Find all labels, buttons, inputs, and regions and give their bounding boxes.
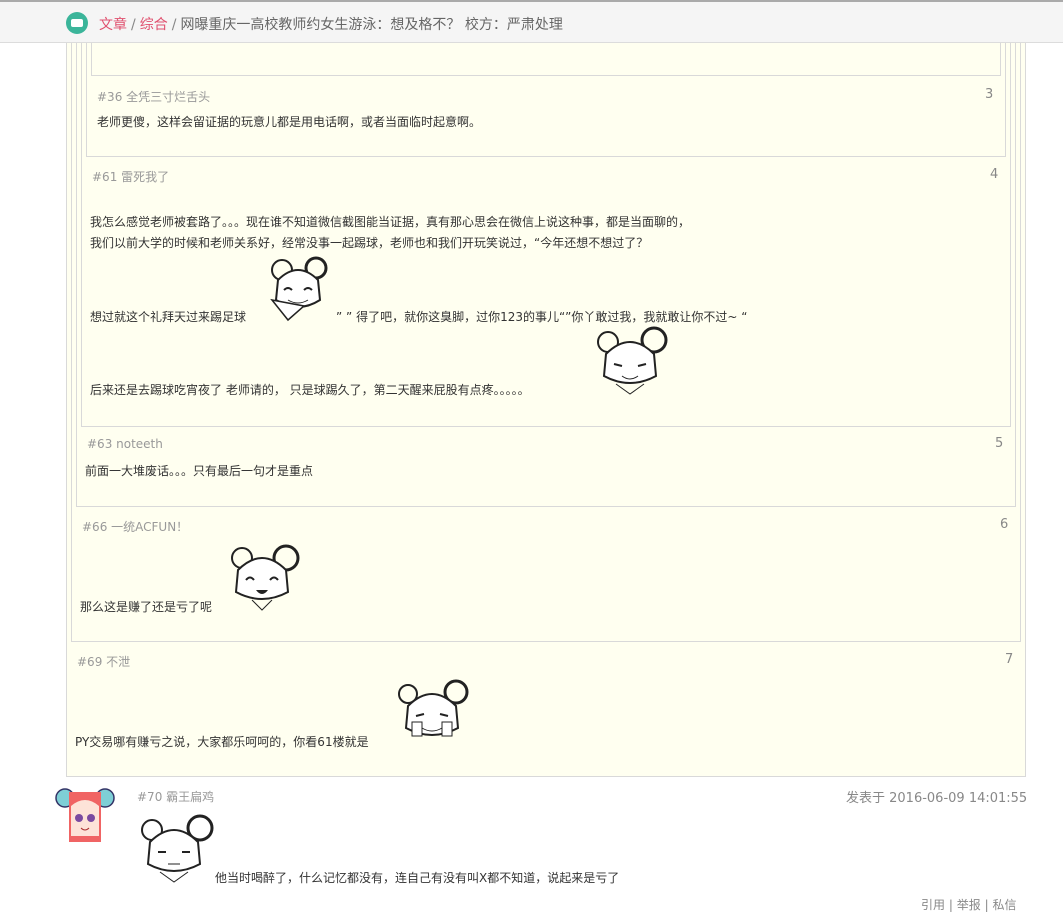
- comment-floor-number: 7: [1005, 652, 1014, 667]
- comment-floor-number: 3: [985, 87, 994, 102]
- sticker-image: [231, 544, 300, 611]
- comment-text: ” ” 得了吧，就你这臭脚，过你123的事儿“”你丫敢过我，我就敢让你不过~ “: [336, 310, 748, 324]
- comment-meta[interactable]: #66 一统ACFUN！: [82, 518, 188, 535]
- sticker-image: [398, 679, 469, 737]
- post-actions: 引用 | 举报 | 私信: [921, 898, 1017, 912]
- comment-floor-number: 6: [1000, 517, 1009, 532]
- top-bar: 文章 / 综合 / 网曝重庆一高校教师约女生游泳：想及格不？ 校方：严肃处理: [0, 0, 1063, 43]
- comment-floor-number: 4: [990, 167, 999, 182]
- user-avatar[interactable]: [55, 784, 127, 842]
- comment-text: 后来还是去踢球吃宵夜了 老师请的， 只是球踢久了，第二天醒来屁股有点疼。。。。。: [90, 383, 530, 397]
- comment-meta[interactable]: #63 noteeth: [87, 437, 163, 451]
- sticker-image: [141, 814, 214, 883]
- report-link[interactable]: 举报: [957, 898, 981, 912]
- comment-text: 想过就这个礼拜天过来踢足球: [90, 310, 247, 324]
- comment-text: 我们以前大学的时候和老师关系好，经常没事一起踢球，老师也和我们开玩笑说过，“今年…: [90, 236, 649, 250]
- site-logo-icon[interactable]: [66, 12, 88, 34]
- comment-text: 前面一大堆废话。。。只有最后一句才是重点: [85, 464, 314, 478]
- comment-text: 那么这是赚了还是亏了呢: [80, 600, 213, 614]
- sticker-image: [597, 326, 668, 395]
- quote-link[interactable]: 引用: [921, 898, 945, 912]
- breadcrumb-general-link[interactable]: 综合: [140, 17, 168, 33]
- post-text: 他当时喝醉了，什么记忆都没有，连自己有没有叫X都不知道，说起来是亏了: [215, 871, 620, 885]
- private-message-link[interactable]: 私信: [992, 898, 1016, 912]
- comment-meta[interactable]: #36 全凭三寸烂舌头: [97, 88, 210, 105]
- sticker-image: [270, 256, 328, 322]
- comment-meta[interactable]: #69 不泄: [77, 653, 130, 670]
- breadcrumb: 文章 / 综合 / 网曝重庆一高校教师约女生游泳：想及格不？ 校方：严肃处理: [99, 17, 563, 33]
- comment-text: PY交易哪有赚亏之说，大家都乐呵呵的，你看61楼就是: [75, 735, 369, 749]
- comment-meta[interactable]: #61 雷死我了: [92, 168, 169, 185]
- comment-text: 我怎么感觉老师被套路了。。。现在谁不知道微信截图能当证据，真有那心思会在微信上说…: [90, 215, 691, 229]
- comment-text: 老师更傻，这样会留证据的玩意儿都是用电话啊，或者当面临时起意啊。: [97, 115, 482, 129]
- comment-floor-number: 5: [995, 436, 1004, 451]
- post-date: 发表于 2016-06-09 14:01:55: [846, 791, 1028, 806]
- breadcrumb-article-link[interactable]: 文章: [99, 17, 127, 33]
- page-title: 网曝重庆一高校教师约女生游泳：想及格不？ 校方：严肃处理: [180, 17, 563, 33]
- post-author-meta[interactable]: #70 霸王扁鸡: [137, 788, 214, 805]
